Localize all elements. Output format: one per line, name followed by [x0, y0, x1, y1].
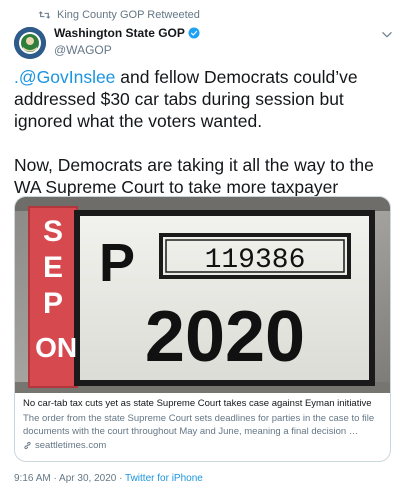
card-title: No car-tab tax cuts yet as state Supreme… [23, 398, 372, 409]
mention-link[interactable]: .@GovInslee [14, 67, 115, 87]
card-domain-text: seattletimes.com [35, 440, 107, 451]
sticker-letter: S [43, 215, 63, 248]
retweet-context[interactable]: King County GOP Retweeted [38, 9, 200, 21]
card-image[interactable]: S E P O N P 119386 2020 [15, 197, 390, 393]
tweet-meta: 9:16 AM · Apr 30, 2020 · Twitter for iPh… [14, 473, 203, 484]
author-name[interactable]: Washington State GOP [54, 26, 185, 40]
plate-year: 2020 [145, 297, 305, 377]
sticker-letter: O [35, 332, 57, 363]
tweet-date[interactable]: Apr 30, 2020 [59, 473, 116, 484]
sticker-letter: N [57, 332, 77, 363]
plate-letter: P [99, 233, 135, 293]
link-card[interactable]: S E P O N P 119386 2020 No car-tab tax c… [14, 196, 391, 462]
avatar[interactable] [14, 27, 46, 59]
plate-number: 119386 [205, 245, 306, 276]
card-domain: seattletimes.com [23, 440, 383, 451]
tweet-time[interactable]: 9:16 AM [14, 473, 51, 484]
meta-separator: · [116, 473, 126, 484]
meta-separator: · [50, 473, 60, 484]
tweet-paragraph-1: .@GovInslee and fellow Democrats could’v… [14, 66, 394, 132]
link-icon [24, 441, 31, 450]
card-text: No car-tab tax cuts yet as state Supreme… [23, 398, 383, 451]
license-plate-photo: S E P O N P 119386 2020 [15, 197, 390, 393]
sticker-letter: E [43, 251, 63, 284]
retweet-icon [38, 11, 51, 19]
tweet-source[interactable]: Twitter for iPhone [125, 473, 203, 484]
chevron-down-icon[interactable] [380, 28, 394, 42]
card-description: The order from the state Supreme Court s… [23, 413, 375, 437]
wa-seal-icon [14, 27, 46, 59]
author-handle[interactable]: @WAGOP [54, 43, 200, 57]
sticker-letter: P [43, 287, 63, 320]
retweet-label: King County GOP Retweeted [57, 9, 200, 21]
verified-badge-icon [188, 27, 200, 39]
tweet-author: Washington State GOP @WAGOP [54, 26, 200, 57]
